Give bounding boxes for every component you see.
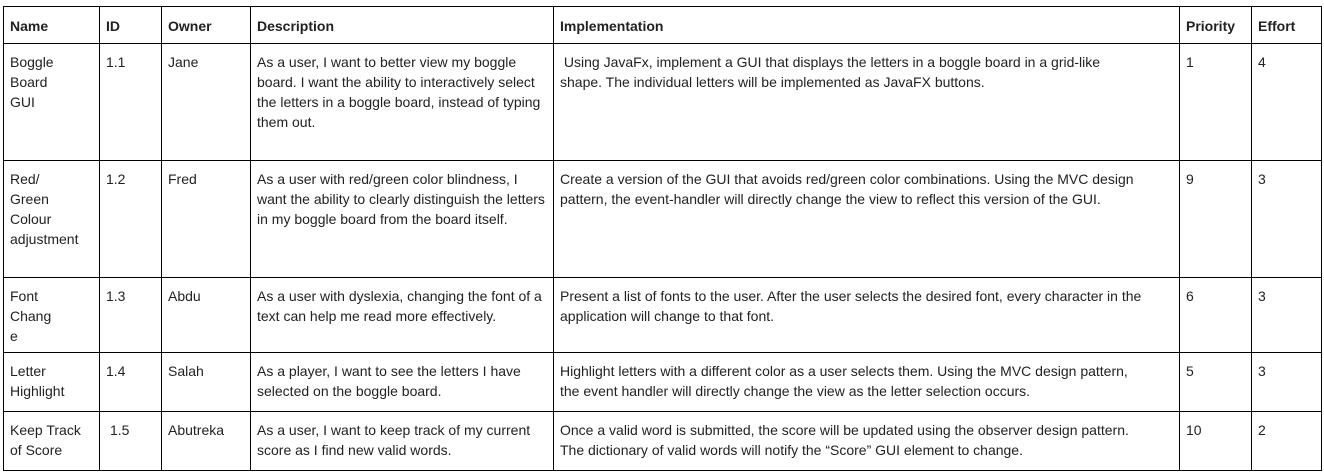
cell-effort: 3 [1251,160,1322,278]
cell-owner: Abdu [161,277,251,353]
cell-name: Keep Track of Score [3,411,100,471]
cell-description: As a player, I want to see the letters I… [250,352,554,412]
table-row: Font Change 1.3 Abdu As a user with dysl… [3,277,1322,353]
cell-description: As a user with red/green color blindness… [250,160,554,278]
cell-owner: Salah [161,352,251,412]
column-header-id: ID [99,6,162,44]
cell-id: 1.5 [99,411,162,471]
cell-implementation: Highlight letters with a different color… [553,352,1180,412]
cell-implementation: Present a list of fonts to the user. Aft… [553,277,1180,353]
column-header-effort: Effort [1251,6,1322,44]
cell-id: 1.3 [99,277,162,353]
cell-name: Letter Highlight [3,352,100,412]
cell-priority: 5 [1179,352,1252,412]
column-header-description: Description [250,6,554,44]
cell-implementation: Once a valid word is submitted, the scor… [553,411,1180,471]
column-header-name: Name [3,6,100,44]
cell-effort: 3 [1251,352,1322,412]
table-row: Red/ Green Colour adjustment 1.2 Fred As… [3,160,1322,278]
table-row: Letter Highlight 1.4 Salah As a player, … [3,352,1322,412]
table-row: Keep Track of Score 1.5 Abutreka As a us… [3,411,1322,471]
cell-implementation: Create a version of the GUI that avoids … [553,160,1180,278]
cell-name: Font Change [3,277,100,353]
cell-effort: 3 [1251,277,1322,353]
cell-implementation: Using JavaFx, implement a GUI that displ… [553,43,1180,161]
cell-description: As a user with dyslexia, changing the fo… [250,277,554,353]
cell-description: As a user, I want to better view my bogg… [250,43,554,161]
cell-id: 1.1 [99,43,162,161]
cell-effort: 2 [1251,411,1322,471]
cell-priority: 1 [1179,43,1252,161]
user-stories-table: Name ID Owner Description Implementation… [3,6,1322,471]
cell-owner: Abutreka [161,411,251,471]
table-row: Boggle Board GUI 1.1 Jane As a user, I w… [3,43,1322,161]
cell-id: 1.4 [99,352,162,412]
cell-priority: 9 [1179,160,1252,278]
column-header-priority: Priority [1179,6,1252,44]
cell-name: Boggle Board GUI [3,43,100,161]
header-row: Name ID Owner Description Implementation… [3,6,1322,44]
cell-priority: 6 [1179,277,1252,353]
cell-owner: Fred [161,160,251,278]
column-header-owner: Owner [161,6,251,44]
cell-owner: Jane [161,43,251,161]
column-header-implementation: Implementation [553,6,1180,44]
cell-description: As a user, I want to keep track of my cu… [250,411,554,471]
cell-effort: 4 [1251,43,1322,161]
cell-priority: 10 [1179,411,1252,471]
cell-name: Red/ Green Colour adjustment [3,160,100,278]
cell-id: 1.2 [99,160,162,278]
